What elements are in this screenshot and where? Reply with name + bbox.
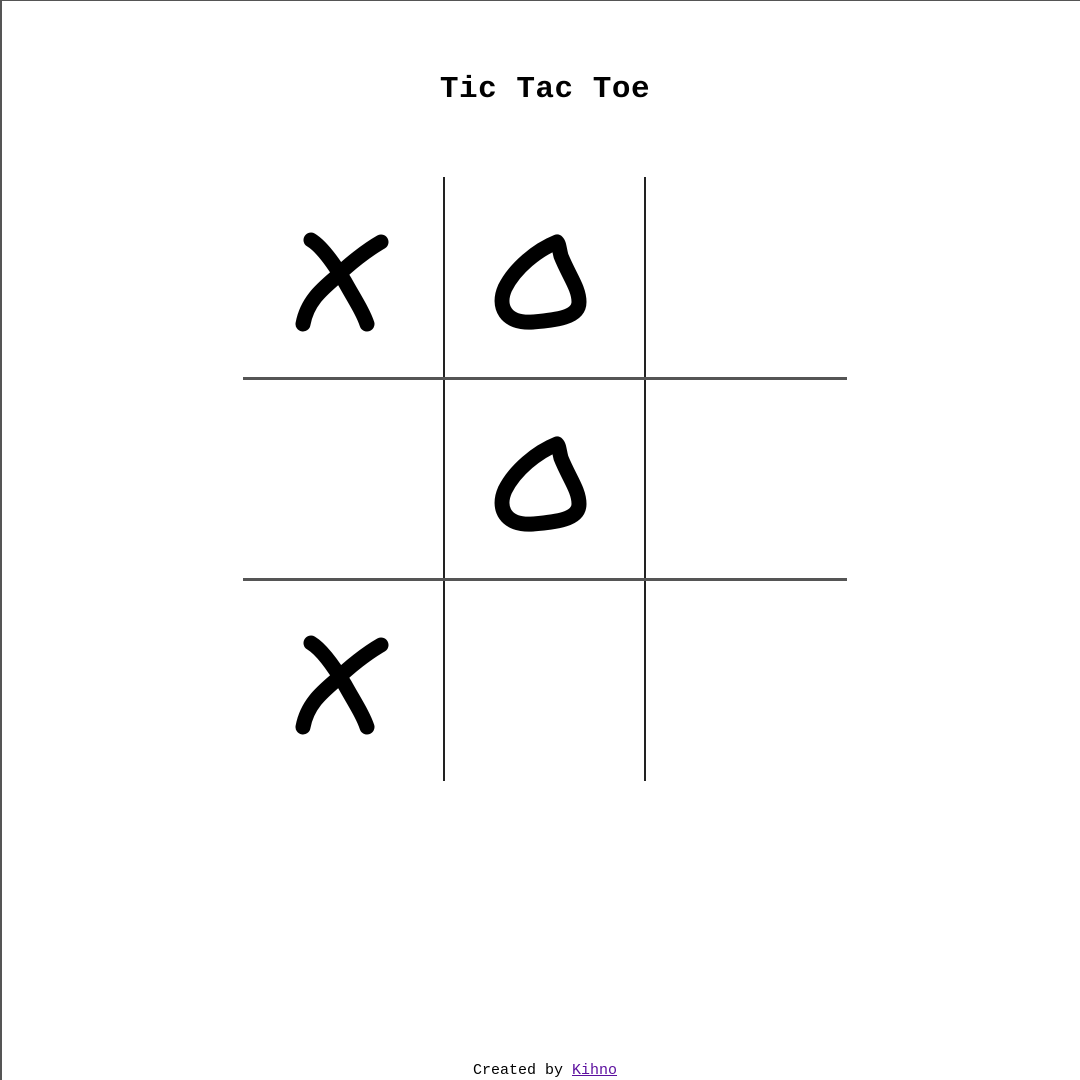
- page-title: Tic Tac Toe: [439, 72, 651, 107]
- x-mark-icon: [295, 232, 389, 332]
- author-link[interactable]: Kihno: [572, 1062, 617, 1079]
- board-cell-2[interactable]: [445, 177, 646, 378]
- footer-credit: Created by Kihno: [0, 1062, 1080, 1079]
- board-cell-6[interactable]: [646, 379, 847, 580]
- grid-line-vertical-1: [443, 177, 445, 781]
- board-cell-3[interactable]: [646, 177, 847, 378]
- o-mark-icon: [494, 436, 587, 532]
- board-cell-8[interactable]: [445, 580, 646, 781]
- grid-line-horizontal-2: [243, 578, 847, 581]
- board-cell-5[interactable]: [445, 379, 646, 580]
- board-cell-1[interactable]: [243, 177, 444, 378]
- o-mark-icon: [494, 234, 587, 330]
- board-cell-4[interactable]: [243, 379, 444, 580]
- footer-prefix: Created by: [472, 1062, 563, 1079]
- board-cell-9[interactable]: [646, 580, 847, 781]
- game-board: [243, 177, 847, 781]
- grid-line-horizontal-1: [243, 377, 847, 380]
- grid-line-vertical-2: [644, 177, 646, 781]
- page-border-top: [0, 0, 1080, 1]
- page-border-left: [0, 0, 2, 1080]
- x-mark-icon: [295, 635, 389, 735]
- board-cell-7[interactable]: [243, 580, 444, 781]
